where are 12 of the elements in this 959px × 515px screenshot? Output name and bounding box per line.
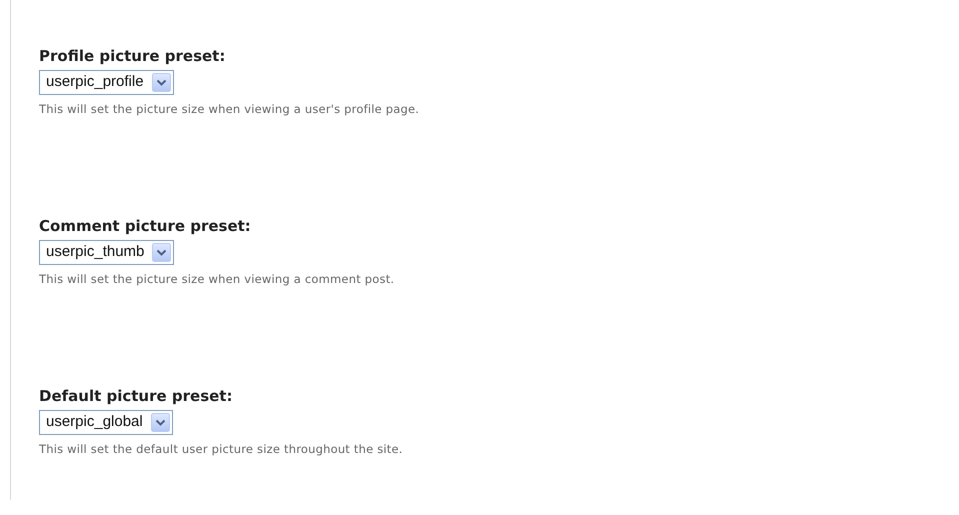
chevron-down-icon: [150, 412, 170, 432]
field-description: This will set the picture size when viewing a user's profile page.: [39, 100, 420, 118]
field-label: Comment picture preset:: [39, 216, 251, 236]
field-description: This will set the picture size when viewing a comment post.: [39, 270, 394, 288]
field-label: Profile picture preset:: [39, 46, 226, 66]
preset-dropdown[interactable]: userpic_thumb: [39, 240, 174, 265]
chevron-down-icon: [152, 242, 172, 262]
preset-dropdown[interactable]: userpic_global: [39, 410, 173, 435]
field-label: Default picture preset:: [39, 386, 232, 406]
chevron-down-icon: [152, 72, 171, 92]
field-description: This will set the default user picture size throughout the site.: [39, 440, 403, 458]
preset-dropdown[interactable]: userpic_profile: [39, 70, 174, 95]
